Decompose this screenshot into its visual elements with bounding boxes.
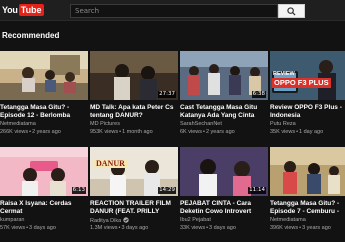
meta-separator: • [299,225,302,231]
section-title: Recommended [2,31,60,40]
video-thumbnail[interactable]: 11:14 [180,147,268,196]
video-duration: 6:38 [251,91,266,98]
view-count: 57K views [0,225,26,231]
video-title[interactable]: Tetangga Masa Gitu? - Episode 12 - Berlo… [0,104,88,119]
channel-name[interactable]: Ibu2 Pejabat [180,217,211,224]
video-card[interactable]: 6:13 Raisa X Isyana: Cerdas Cermat kumpa… [0,147,88,239]
upload-age: 3 days ago [209,225,236,231]
video-card[interactable]: 27:37 MD Talk: Apa kata Peter Cs tentang… [90,51,178,143]
video-card[interactable]: Tetangga Masa Gitu? - Episode 12 - Berlo… [0,51,88,143]
thumbnail-text: DANUR [94,159,127,168]
video-title[interactable]: Tetangga Masa Gitu? - Episode 7 - Cembur… [270,200,345,215]
view-count: 1.3M views [90,225,118,231]
channel-label: Raditya Dika [90,218,122,224]
search-icon [287,6,296,16]
thumbnail-text: OPPO F3 PLUS [272,78,331,88]
thumbnail-badge: REVIEW [273,71,295,77]
upload-age: 3 days ago [29,225,56,231]
channel-name[interactable]: MD Pictures [90,121,120,128]
upload-age: 1 day ago [299,129,324,135]
channel-name[interactable]: Raditya Dika [90,217,129,225]
channel-name[interactable]: Netmediatama [0,121,36,128]
upload-age: 3 days ago [121,225,149,231]
search-button[interactable] [278,4,305,18]
video-card[interactable]: 11:14 PEJABAT CINTA - Cara Deketin Cowo … [180,147,268,239]
channel-name[interactable]: Netmediatama [270,217,306,224]
channel-name[interactable]: Putu Reza [270,121,296,128]
video-title[interactable]: Raisa X Isyana: Cerdas Cermat [0,200,88,215]
verified-icon [123,217,129,223]
channel-name[interactable]: kumparan [0,217,24,224]
video-card[interactable]: Tetangga Masa Gitu? - Episode 7 - Cembur… [270,147,345,239]
video-meta: 1.3M views•3 days ago [90,225,148,232]
meta-separator: • [26,225,29,231]
video-title[interactable]: Cast Tetangga Masa Gitu Katanya Ada Yang… [180,104,268,119]
top-bar: You Tube [0,0,345,21]
channel-name[interactable]: SarahSechanNet [180,121,222,128]
meta-separator: • [296,129,299,135]
logo-you-text: You [2,5,18,15]
meta-separator: • [203,129,205,135]
video-card[interactable]: REVIEW OPPO F3 PLUS Review OPPO F3 Plus … [270,51,345,143]
video-thumbnail[interactable]: REVIEW OPPO F3 PLUS [270,51,345,100]
upload-age: 2 years ago [205,129,235,135]
video-meta: 57K views•3 days ago [0,225,56,232]
video-duration: 27:37 [158,91,176,98]
video-thumbnail[interactable]: 6:13 [0,147,88,196]
view-count: 396K views [270,225,299,231]
video-duration: 11:14 [248,187,266,194]
video-meta: 953K views•1 month ago [90,129,153,136]
view-count: 6K views [180,129,203,135]
view-count: 266K views [0,129,29,135]
upload-age: 1 month ago [122,129,153,135]
video-duration: 6:13 [71,187,86,194]
video-duration: 14:29 [158,187,176,194]
video-title[interactable]: Review OPPO F3 Plus - Indonesia [270,104,345,119]
view-count: 953K views [90,129,119,135]
video-meta: 6K views•2 years ago [180,129,235,136]
video-thumbnail[interactable] [0,51,88,100]
video-meta: 266K views•2 years ago [0,129,61,136]
video-thumbnail[interactable]: 6:38 [180,51,268,100]
video-title[interactable]: REACTION TRAILER FILM DANUR (FEAT. PRILL… [90,200,178,215]
meta-separator: • [119,129,122,135]
search-input[interactable] [70,4,278,18]
meta-separator: • [29,129,32,135]
video-card[interactable]: 6:38 Cast Tetangga Masa Gitu Katanya Ada… [180,51,268,143]
view-count: 33K views [180,225,206,231]
meta-separator: • [206,225,209,231]
video-meta: 35K views•1 day ago [270,129,323,136]
upload-age: 2 years ago [32,129,61,135]
view-count: 35K views [270,129,296,135]
video-thumbnail[interactable]: DANUR 14:29 [90,147,178,196]
video-thumbnail[interactable] [270,147,345,196]
youtube-logo[interactable]: You Tube [2,3,44,17]
logo-tube-text: Tube [18,4,44,16]
video-meta: 33K views•3 days ago [180,225,236,232]
video-meta: 396K views•3 years ago [270,225,331,232]
video-title[interactable]: MD Talk: Apa kata Peter Cs tentang DANUR… [90,104,178,119]
video-card[interactable]: DANUR 14:29 REACTION TRAILER FILM DANUR … [90,147,178,239]
upload-age: 3 years ago [302,225,331,231]
video-title[interactable]: PEJABAT CINTA - Cara Deketin Cowo Introv… [180,200,268,215]
video-thumbnail[interactable]: 27:37 [90,51,178,100]
